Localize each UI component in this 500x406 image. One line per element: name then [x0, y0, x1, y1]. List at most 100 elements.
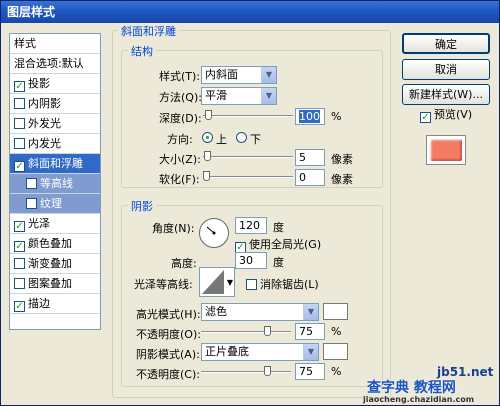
sidebar-item-drop-shadow[interactable]: ✓ 投影	[10, 74, 100, 94]
pattern-overlay-label: 图案叠加	[28, 277, 72, 290]
soften-input[interactable]: 0	[295, 169, 325, 186]
ok-button[interactable]: 确定	[402, 33, 490, 54]
depth-slider-thumb[interactable]	[205, 110, 212, 120]
chevron-down-icon: ▼	[261, 88, 276, 104]
contour-checkbox[interactable]	[26, 178, 37, 189]
soften-slider-thumb[interactable]	[203, 171, 210, 181]
highlight-opacity-slider[interactable]	[201, 326, 291, 338]
drop-shadow-label: 投影	[28, 77, 50, 90]
color-overlay-label: 颜色叠加	[28, 237, 72, 250]
outer-glow-label: 外发光	[28, 117, 61, 130]
highlight-mode-label: 高光模式(H):	[136, 308, 201, 321]
style-label: 样式(T):	[159, 70, 201, 83]
size-slider-thumb[interactable]	[204, 151, 211, 161]
satin-checkbox[interactable]: ✓	[14, 221, 25, 232]
style-list-header[interactable]: 样式	[10, 34, 100, 54]
blend-options-item[interactable]: 混合选项:默认	[10, 54, 100, 74]
direction-label: 方向:	[167, 133, 193, 146]
sidebar-item-color-overlay[interactable]: ✓ 颜色叠加	[10, 234, 100, 254]
direction-down-label: 下	[250, 133, 261, 146]
gradient-overlay-label: 渐变叠加	[28, 257, 72, 270]
sidebar-item-stroke[interactable]: ✓ 描边	[10, 294, 100, 314]
inner-shadow-checkbox[interactable]	[14, 98, 25, 109]
shadow-opacity-thumb[interactable]	[264, 366, 271, 376]
preview-checkbox[interactable]: ✓ 预览(V)	[420, 106, 472, 123]
inner-glow-checkbox[interactable]	[14, 138, 25, 149]
technique-select[interactable]: 平滑 ▼	[201, 87, 277, 105]
highlight-opacity-thumb[interactable]	[264, 326, 271, 336]
preview-label: 预览(V)	[434, 108, 473, 121]
shadow-color-swatch[interactable]	[323, 343, 348, 360]
shadow-opacity-label: 不透明度(C):	[136, 368, 200, 381]
contour-label: 等高线	[40, 177, 73, 190]
angle-input-value: 120	[239, 219, 260, 232]
watermark-title: 查字典 教程网	[367, 380, 456, 396]
direction-up-label: 上	[216, 133, 227, 146]
sidebar-item-bevel-emboss[interactable]: ✓ 斜面和浮雕	[10, 154, 100, 174]
style-list-header-label: 样式	[14, 37, 36, 50]
size-input[interactable]: 5	[295, 149, 325, 166]
sidebar-item-gradient-overlay[interactable]: 渐变叠加	[10, 254, 100, 274]
bevel-emboss-title: 斜面和浮雕	[118, 23, 179, 39]
layer-style-dialog: 图层样式 样式 混合选项:默认 ✓ 投影 内阴影 外发光 内发光 ✓ 斜面和浮雕 等…	[0, 0, 500, 406]
pattern-overlay-checkbox[interactable]	[14, 278, 25, 289]
shadow-opacity-input[interactable]: 75	[295, 363, 325, 380]
structure-title: 结构	[128, 43, 156, 59]
gloss-contour-label: 光泽等高线:	[134, 278, 193, 291]
depth-slider[interactable]	[203, 110, 293, 122]
depth-input[interactable]: 100	[295, 108, 325, 125]
gloss-contour-picker[interactable]: ▼	[199, 267, 235, 297]
preview-check[interactable]: ✓	[420, 112, 431, 123]
size-unit: 像素	[331, 153, 353, 166]
anti-aliased-checkbox[interactable]: 消除锯齿(L)	[246, 276, 319, 292]
size-slider[interactable]	[203, 151, 293, 163]
sidebar-item-pattern-overlay[interactable]: 图案叠加	[10, 274, 100, 294]
direction-down-radio[interactable]	[236, 132, 247, 143]
angle-label: 角度(N):	[152, 222, 195, 235]
gradient-overlay-checkbox[interactable]	[14, 258, 25, 269]
style-select[interactable]: 内斜面 ▼	[201, 66, 277, 84]
stroke-checkbox[interactable]: ✓	[14, 301, 25, 312]
angle-dial[interactable]	[199, 218, 229, 248]
blend-options-label: 混合选项:默认	[14, 57, 84, 70]
inner-shadow-label: 内阴影	[28, 97, 61, 110]
drop-shadow-checkbox[interactable]: ✓	[14, 81, 25, 92]
shadow-opacity-slider[interactable]	[201, 366, 291, 378]
highlight-opacity-value: 75	[299, 325, 313, 338]
shadow-mode-label: 阴影模式(A):	[136, 348, 200, 361]
chevron-down-icon: ▼	[261, 67, 276, 83]
highlight-opacity-input[interactable]: 75	[295, 323, 325, 340]
anti-aliased-check[interactable]	[246, 279, 257, 290]
new-style-button[interactable]: 新建样式(W)...	[402, 84, 490, 105]
outer-glow-checkbox[interactable]	[14, 118, 25, 129]
highlight-mode-select[interactable]: 滤色 ▼	[201, 303, 319, 321]
depth-unit: %	[331, 110, 342, 123]
soften-slider-track	[203, 176, 293, 178]
inner-glow-label: 内发光	[28, 137, 61, 150]
highlight-color-swatch[interactable]	[323, 303, 348, 320]
bevel-emboss-checkbox[interactable]: ✓	[14, 161, 25, 172]
depth-label: 深度(D):	[159, 112, 202, 125]
sidebar-item-contour[interactable]: 等高线	[10, 174, 100, 194]
sidebar-item-outer-glow[interactable]: 外发光	[10, 114, 100, 134]
shadow-mode-select[interactable]: 正片叠底 ▼	[201, 343, 319, 361]
soften-slider[interactable]	[203, 171, 293, 183]
altitude-unit: 度	[273, 256, 284, 269]
technique-label: 方法(Q):	[159, 91, 202, 104]
sidebar-item-inner-glow[interactable]: 内发光	[10, 134, 100, 154]
angle-unit: 度	[273, 221, 284, 234]
color-overlay-checkbox[interactable]: ✓	[14, 241, 25, 252]
depth-input-value: 100	[299, 110, 320, 123]
sidebar-item-inner-shadow[interactable]: 内阴影	[10, 94, 100, 114]
direction-up-radio[interactable]	[202, 132, 213, 143]
cancel-button[interactable]: 取消	[402, 59, 490, 80]
sidebar-item-satin[interactable]: ✓ 光泽	[10, 214, 100, 234]
texture-checkbox[interactable]	[26, 198, 37, 209]
highlight-opacity-unit: %	[331, 325, 342, 338]
sidebar-item-texture[interactable]: 纹理	[10, 194, 100, 214]
size-input-value: 5	[299, 151, 306, 164]
global-light-checkbox[interactable]: ✓ 使用全局光(G)	[235, 236, 321, 253]
angle-input[interactable]: 120	[235, 217, 267, 234]
altitude-input[interactable]: 30	[235, 252, 267, 269]
shading-title: 阴影	[128, 198, 156, 214]
